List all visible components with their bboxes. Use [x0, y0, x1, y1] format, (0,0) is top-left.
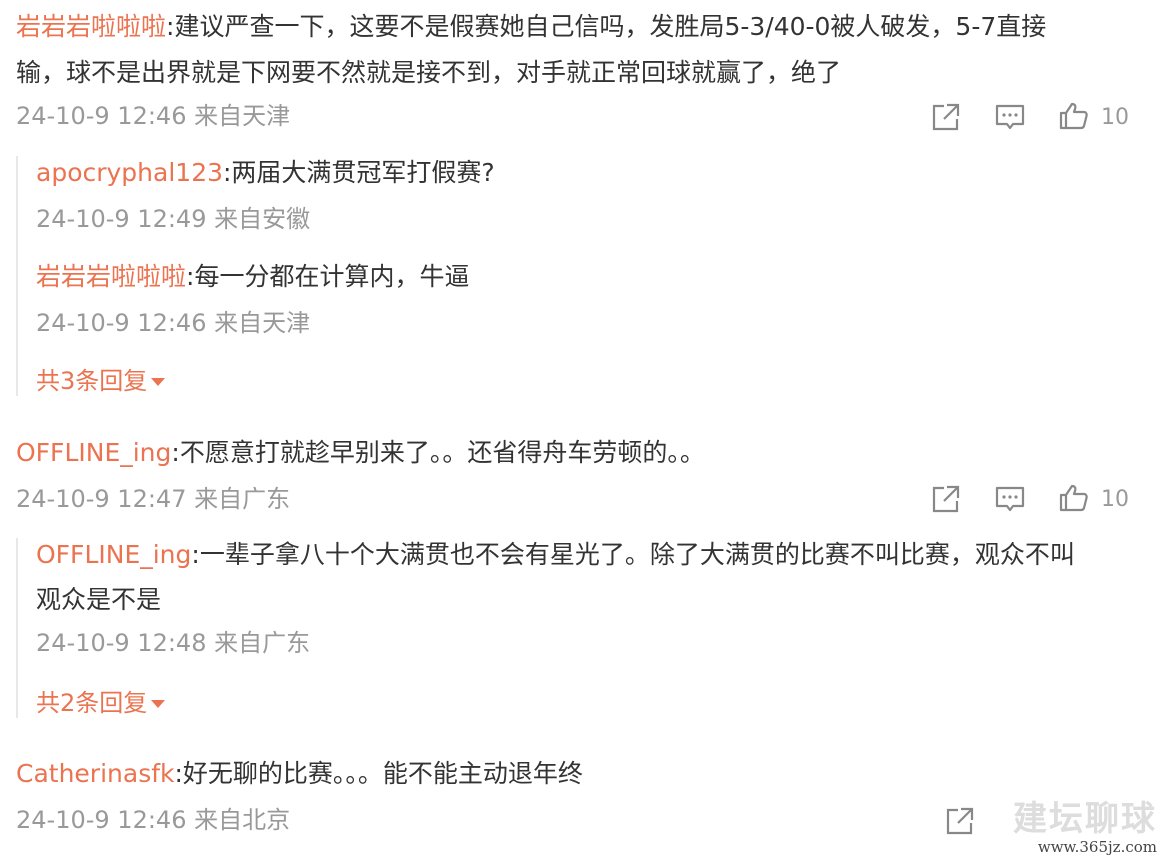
comment-2-username[interactable]: OFFLINE_ing — [16, 438, 171, 467]
reply-text: :一辈子拿八十个大满贯也不会有星光了。除了大满贯的比赛不叫比赛，观众不叫 — [191, 540, 1075, 569]
watermark-url: www.365jz.com — [1037, 838, 1157, 856]
comment-icon[interactable] — [994, 483, 1026, 515]
reply-username[interactable]: 岩岩岩啦啦啦 — [36, 262, 186, 291]
reply-2-1-line1: OFFLINE_ing:一辈子拿八十个大满贯也不会有星光了。除了大满贯的比赛不叫… — [36, 532, 1075, 578]
comment-2-text: :不愿意打就趁早别来了。。还省得舟车劳顿的。。 — [171, 438, 705, 467]
comment-1-meta: 24-10-9 12:46 来自天津 — [16, 102, 291, 130]
reply-meta: 24-10-9 12:46 来自天津 — [36, 309, 311, 337]
reply-meta: 24-10-9 12:48 来自广东 — [36, 629, 311, 657]
share-icon[interactable] — [930, 101, 962, 133]
reply-1-1: apocryphal123:两届大满贯冠军打假赛? — [36, 150, 495, 196]
reply-meta: 24-10-9 12:49 来自安徽 — [36, 205, 311, 233]
share-icon[interactable] — [944, 805, 976, 837]
comment-3-meta: 24-10-9 12:46 来自北京 — [16, 806, 291, 834]
comment-3-username[interactable]: Catherinasfk — [16, 759, 175, 788]
comment-1-username[interactable]: 岩岩岩啦啦啦 — [16, 12, 166, 41]
comment-1-text: :建议严查一下，这要不是假赛她自己信吗，发胜局5-3/40-0被人破发，5-7直… — [166, 12, 1047, 41]
more-replies-link[interactable]: 共3条回复 — [36, 366, 166, 396]
reply-text: :两届大满贯冠军打假赛? — [223, 158, 495, 187]
more-replies-label: 共2条回复 — [36, 689, 148, 717]
reply-2-1-line2: 观众是不是 — [36, 585, 162, 614]
reply-text: :每一分都在计算内，牛逼 — [186, 262, 470, 291]
watermark-brand: 建坛聊球 — [1013, 799, 1157, 839]
reply-1-2: 岩岩岩啦啦啦:每一分都在计算内，牛逼 — [36, 254, 469, 300]
comment-2-line1: OFFLINE_ing:不愿意打就趁早别来了。。还省得舟车劳顿的。。 — [16, 430, 705, 476]
comment-2-meta: 24-10-9 12:47 来自广东 — [16, 485, 291, 513]
like-icon[interactable] — [1057, 482, 1089, 514]
comment-icon[interactable] — [994, 101, 1026, 133]
comment-1-line1: 岩岩岩啦啦啦:建议严查一下，这要不是假赛她自己信吗，发胜局5-3/40-0被人破… — [16, 4, 1046, 50]
comment-1-line2: 输，球不是出界就是下网要不然就是接不到，对手就正常回球就赢了，绝了 — [16, 58, 842, 87]
caret-down-icon — [151, 378, 166, 386]
share-icon[interactable] — [930, 483, 962, 515]
like-count: 10 — [1101, 105, 1129, 130]
reply-username[interactable]: OFFLINE_ing — [36, 540, 191, 569]
comment-3-line1: Catherinasfk:好无聊的比赛。。。能不能主动退年终 — [16, 751, 583, 797]
watermark: 建坛聊球 www.365jz.com — [1013, 799, 1157, 855]
more-replies-link[interactable]: 共2条回复 — [36, 688, 166, 718]
caret-down-icon — [151, 700, 166, 708]
comment-3-text: :好无聊的比赛。。。能不能主动退年终 — [174, 759, 583, 788]
more-replies-label: 共3条回复 — [36, 367, 148, 395]
reply-username[interactable]: apocryphal123 — [36, 158, 223, 187]
like-count: 10 — [1101, 487, 1129, 512]
like-icon[interactable] — [1057, 100, 1089, 132]
